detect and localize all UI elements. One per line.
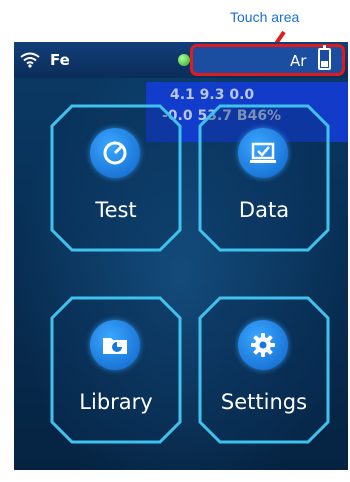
library-button[interactable]: Library xyxy=(50,296,182,444)
tile-frame xyxy=(198,296,330,444)
settings-label: Settings xyxy=(220,390,308,414)
gauge-icon xyxy=(90,128,140,178)
tile-frame xyxy=(50,104,182,252)
element-indicator: Fe xyxy=(50,51,70,69)
gear-icon xyxy=(238,320,288,370)
status-bar: Fe Ar xyxy=(14,42,348,78)
readout-line-1: 4.1 9.3 0.0 xyxy=(170,87,255,103)
test-label: Test xyxy=(95,198,137,222)
battery-icon xyxy=(318,45,331,70)
library-label: Library xyxy=(79,390,153,414)
data-label: Data xyxy=(238,198,290,222)
status-led-icon xyxy=(178,54,190,66)
folder-pie-icon xyxy=(90,320,140,370)
device-screen: Fe Ar 4.1 9.3 0.0 -0.0 53.7 B46% Test xyxy=(14,42,348,470)
settings-button[interactable]: Settings xyxy=(198,296,330,444)
laptop-check-icon xyxy=(238,128,288,178)
tile-frame xyxy=(50,296,182,444)
test-button[interactable]: Test xyxy=(50,104,182,252)
wifi-icon xyxy=(20,52,40,68)
data-button[interactable]: Data xyxy=(198,104,330,252)
tile-frame xyxy=(198,104,330,252)
touch-area-label: Touch area xyxy=(230,9,300,25)
gas-indicator: Ar xyxy=(290,52,307,70)
